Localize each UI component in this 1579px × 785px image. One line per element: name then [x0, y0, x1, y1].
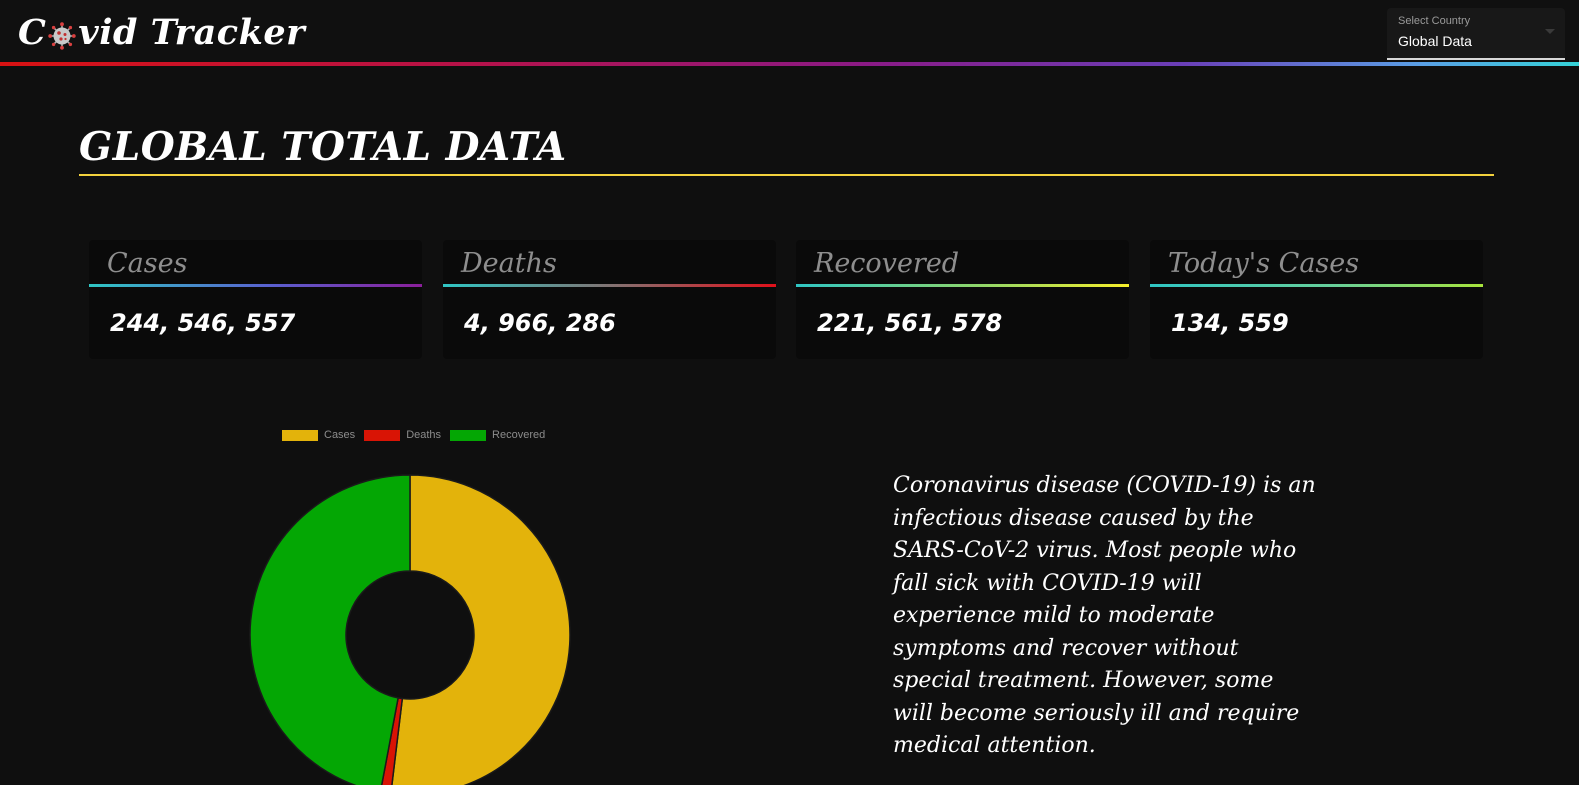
donut-chart-canvas: [249, 474, 571, 785]
stat-card-divider: [89, 284, 422, 287]
legend-item-recovered[interactable]: Recovered: [450, 429, 545, 441]
virus-icon: [48, 18, 77, 50]
app-logo[interactable]: C vid Tracker: [18, 10, 305, 54]
donut-slice-recovered[interactable]: [249, 474, 411, 785]
stat-card-divider: [443, 284, 776, 287]
legend-swatch: [364, 429, 401, 441]
stat-card-cases: Cases 244, 546, 557: [89, 240, 422, 359]
stat-card-deaths: Deaths 4, 966, 286: [443, 240, 776, 359]
stat-card-value: 4, 966, 286: [464, 309, 616, 337]
page-title: GLOBAL TOTAL DATA: [79, 121, 1494, 176]
stat-card-title: Deaths: [461, 248, 557, 279]
stat-card-divider: [796, 284, 1129, 287]
chevron-down-icon: [1545, 29, 1555, 34]
country-select-label: Select Country: [1398, 15, 1471, 27]
legend-label: Cases: [324, 429, 356, 441]
chart-legend: Cases Deaths Recovered: [282, 429, 554, 441]
stat-card-divider: [1150, 284, 1483, 287]
legend-item-cases[interactable]: Cases: [282, 429, 355, 441]
stat-card-title: Recovered: [814, 248, 960, 279]
country-select[interactable]: Select Country Global Data: [1387, 8, 1565, 60]
stat-card-value: 134, 559: [1171, 309, 1289, 337]
brand-suffix: vid Tracker: [78, 11, 306, 53]
stat-card-value: 221, 561, 578: [817, 309, 1003, 337]
donut-slice-cases[interactable]: [391, 474, 571, 785]
top-bar: C vid Tracker Select Country Global Data: [0, 0, 1579, 66]
stat-card-recovered: Recovered 221, 561, 578: [796, 240, 1129, 359]
legend-label: Deaths: [406, 429, 442, 441]
legend-label: Recovered: [492, 429, 546, 441]
stat-card-value: 244, 546, 557: [110, 309, 296, 337]
legend-swatch: [282, 429, 318, 441]
brand-prefix: C: [18, 11, 47, 53]
header-gradient-divider: [0, 62, 1579, 66]
country-select-value: Global Data: [1398, 33, 1472, 49]
stat-card-title: Today's Cases: [1168, 248, 1360, 279]
legend-swatch: [450, 429, 487, 441]
legend-item-deaths[interactable]: Deaths: [364, 429, 441, 441]
donut-chart: Cases Deaths Recovered: [230, 420, 590, 785]
stat-card-todays-cases: Today's Cases 134, 559: [1150, 240, 1483, 359]
covid-description: Coronavirus disease (COVID-19) is an inf…: [893, 473, 1316, 758]
stat-card-title: Cases: [107, 248, 188, 279]
